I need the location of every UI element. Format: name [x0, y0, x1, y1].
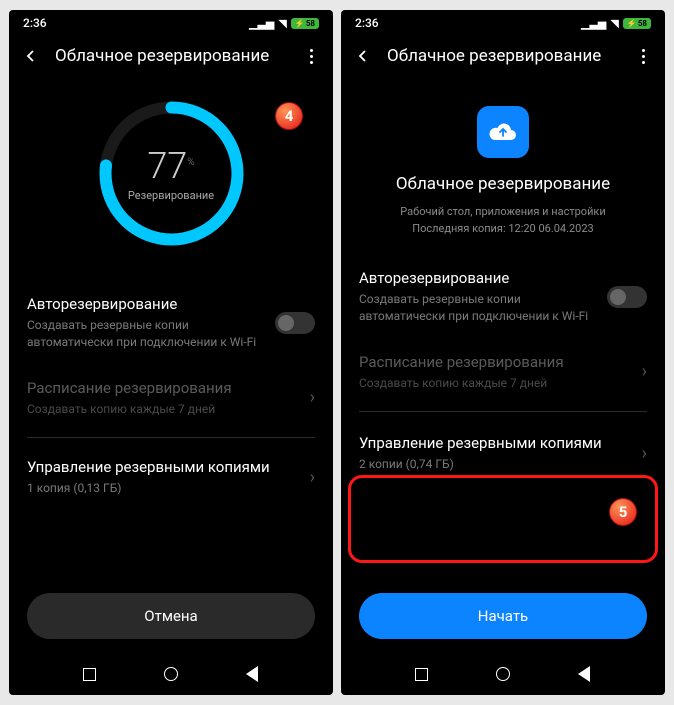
nav-back[interactable] — [243, 665, 261, 683]
progress-percent: 77% — [147, 145, 194, 187]
status-bar: 2:36 ▁▃▅ ◥ ⚡58 — [9, 10, 333, 36]
divider — [359, 411, 647, 412]
phone-right: 2:36 ▁▃▅ ◥ ⚡58 Облачное резервирование — [341, 10, 665, 695]
annotation-5: 5 — [609, 498, 637, 526]
header: Облачное резервирование — [341, 36, 665, 76]
page-title: Облачное резервирование — [387, 46, 619, 66]
cloud-title: Облачное резервирование — [396, 174, 610, 194]
schedule-row: Расписание резервирования Создавать копи… — [359, 339, 647, 406]
manage-backups-desc: 1 копия (0,13 ГБ) — [27, 480, 300, 497]
progress-ring: 77% Резервирование — [94, 96, 249, 251]
schedule-row: Расписание резервирования Создавать копи… — [27, 365, 315, 432]
chevron-icon: › — [310, 467, 315, 488]
signal-icon: ▁▃▅ — [249, 17, 274, 30]
cloud-subtitle: Рабочий стол, приложения и настройки Пос… — [400, 204, 605, 237]
schedule-title: Расписание резервирования — [359, 353, 632, 371]
header: Облачное резервирование — [9, 36, 333, 76]
battery-icon: ⚡58 — [623, 18, 651, 29]
manage-backups-title: Управление резервными копиями — [27, 458, 300, 476]
auto-backup-toggle[interactable] — [275, 312, 315, 334]
manage-backups-desc: 2 копии (0,74 ГБ) — [359, 456, 632, 473]
back-button[interactable] — [21, 46, 41, 66]
manage-backups-row[interactable]: Управление резервными копиями 2 копии (0… — [359, 418, 647, 489]
cloud-icon — [477, 106, 529, 158]
battery-icon: ⚡58 — [291, 18, 319, 29]
schedule-desc: Создавать копию каждые 7 дней — [359, 375, 632, 392]
nav-back[interactable] — [575, 665, 593, 683]
clock: 2:36 — [23, 16, 47, 30]
auto-backup-desc: Создавать резервные копии автоматически … — [27, 317, 265, 351]
status-bar: 2:36 ▁▃▅ ◥ ⚡58 — [341, 10, 665, 36]
nav-bar — [9, 653, 333, 695]
auto-backup-title: Авторезервирование — [359, 269, 597, 287]
schedule-title: Расписание резервирования — [27, 379, 300, 397]
cancel-button[interactable]: Отмена — [27, 593, 315, 639]
auto-backup-desc: Создавать резервные копии автоматически … — [359, 291, 597, 325]
chevron-icon: › — [642, 361, 647, 382]
cloud-backup-info: Облачное резервирование Рабочий стол, пр… — [359, 76, 647, 255]
more-button[interactable] — [633, 49, 653, 64]
chevron-icon: › — [310, 387, 315, 408]
wifi-icon: ◥ — [610, 17, 618, 30]
auto-backup-toggle[interactable] — [607, 286, 647, 308]
manage-backups-title: Управление резервными копиями — [359, 434, 632, 452]
signal-icon: ▁▃▅ — [581, 17, 606, 30]
start-button[interactable]: Начать — [359, 593, 647, 639]
page-title: Облачное резервирование — [55, 46, 287, 66]
back-button[interactable] — [353, 46, 373, 66]
nav-home[interactable] — [162, 665, 180, 683]
more-button[interactable] — [301, 49, 321, 64]
wifi-icon: ◥ — [278, 17, 286, 30]
manage-backups-row[interactable]: Управление резервными копиями 1 копия (0… — [27, 444, 315, 511]
auto-backup-title: Авторезервирование — [27, 295, 265, 313]
progress-label: Резервирование — [128, 189, 214, 202]
auto-backup-row[interactable]: Авторезервирование Создавать резервные к… — [359, 255, 647, 339]
divider — [27, 437, 315, 438]
nav-home[interactable] — [494, 665, 512, 683]
nav-bar — [341, 653, 665, 695]
nav-recents[interactable] — [413, 665, 431, 683]
nav-recents[interactable] — [81, 665, 99, 683]
auto-backup-row[interactable]: Авторезервирование Создавать резервные к… — [27, 281, 315, 365]
annotation-4: 4 — [275, 102, 303, 130]
clock: 2:36 — [355, 16, 379, 30]
chevron-icon: › — [642, 443, 647, 464]
schedule-desc: Создавать копию каждые 7 дней — [27, 401, 300, 418]
progress-section: 77% Резервирование — [27, 76, 315, 281]
